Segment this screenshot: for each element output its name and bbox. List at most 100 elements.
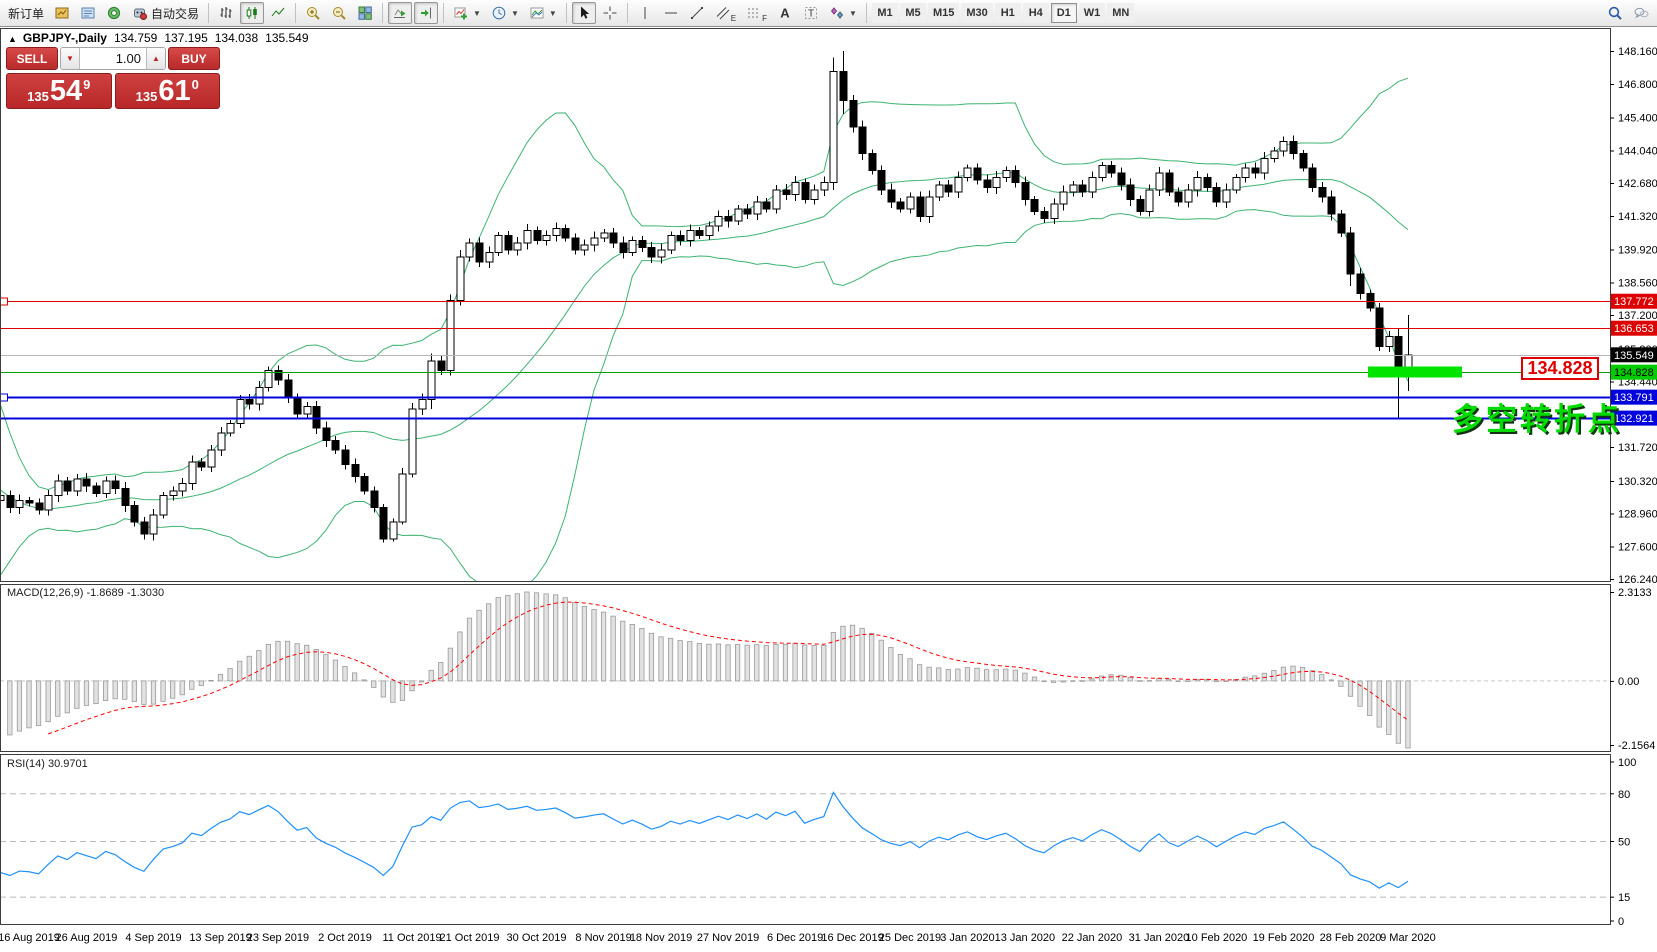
crosshair-icon bbox=[602, 5, 618, 21]
new-order-button[interactable]: 新订单 bbox=[4, 2, 48, 24]
data-window-button[interactable] bbox=[76, 2, 100, 24]
svg-text:0.00: 0.00 bbox=[1618, 676, 1639, 688]
svg-text:4 Sep 2019: 4 Sep 2019 bbox=[125, 932, 181, 944]
svg-text:23 Sep 2019: 23 Sep 2019 bbox=[247, 932, 309, 944]
timeframe-mn-button[interactable]: MN bbox=[1107, 3, 1134, 23]
sell-price-panel[interactable]: 135 54 9 bbox=[6, 73, 112, 109]
svg-text:126.240: 126.240 bbox=[1618, 574, 1657, 586]
volume-increase-button[interactable]: ▲ bbox=[146, 48, 165, 69]
buy-button[interactable]: BUY bbox=[168, 47, 220, 70]
zoom-out-button[interactable] bbox=[327, 2, 351, 24]
trendline-button[interactable] bbox=[685, 2, 709, 24]
timeframe-m5-button[interactable]: M5 bbox=[900, 3, 926, 23]
svg-text:0: 0 bbox=[1618, 916, 1624, 928]
ohlc-close: 135.549 bbox=[265, 31, 308, 45]
svg-text:137.200: 137.200 bbox=[1618, 310, 1657, 322]
periods-button[interactable]: ▼ bbox=[487, 2, 523, 24]
chart-canvas: 148.160146.800145.400144.040142.680141.3… bbox=[0, 0, 1657, 952]
collapse-panel-arrow[interactable]: ▲ bbox=[8, 34, 17, 44]
timeframe-m1-button[interactable]: M1 bbox=[872, 3, 898, 23]
timeframe-m30-button[interactable]: M30 bbox=[961, 3, 992, 23]
hline-handle-137.772[interactable] bbox=[1, 298, 8, 305]
svg-text:31 Jan 2020: 31 Jan 2020 bbox=[1129, 932, 1190, 944]
svg-text:145.400: 145.400 bbox=[1618, 112, 1657, 124]
market-watch-icon bbox=[54, 5, 70, 21]
tile-windows-button[interactable] bbox=[353, 2, 377, 24]
arrow-objects-button[interactable]: ▼ bbox=[825, 2, 861, 24]
svg-text:16 Aug 2019: 16 Aug 2019 bbox=[0, 932, 60, 944]
auto-scroll-button[interactable] bbox=[388, 2, 412, 24]
timeframe-h4-button[interactable]: H4 bbox=[1023, 3, 1049, 23]
timeframe-d1-button[interactable]: D1 bbox=[1051, 3, 1077, 23]
toolbar-separator bbox=[627, 3, 628, 23]
macd-indicator-label: MACD(12,26,9) -1.8689 -1.3030 bbox=[7, 587, 164, 599]
svg-text:16 Dec 2019: 16 Dec 2019 bbox=[821, 932, 883, 944]
toolbar-separator bbox=[443, 3, 444, 23]
svg-text:130.320: 130.320 bbox=[1618, 476, 1657, 488]
svg-text:9 Mar 2020: 9 Mar 2020 bbox=[1380, 932, 1436, 944]
svg-text:135.549: 135.549 bbox=[1614, 350, 1654, 362]
svg-text:-2.1564: -2.1564 bbox=[1618, 740, 1655, 752]
autotrading-icon bbox=[132, 5, 148, 21]
sell-price-point: 9 bbox=[83, 74, 90, 91]
timeframe-w1-button[interactable]: W1 bbox=[1079, 3, 1106, 23]
chevron-down-icon: ▼ bbox=[549, 9, 557, 18]
equidistant-channel-button[interactable]: E bbox=[711, 2, 740, 24]
svg-text:128.960: 128.960 bbox=[1618, 509, 1657, 521]
svg-text:137.772: 137.772 bbox=[1614, 296, 1654, 308]
fibonacci-icon bbox=[746, 5, 762, 21]
timeframe-h1-button[interactable]: H1 bbox=[995, 3, 1021, 23]
buy-price-figure: 135 bbox=[136, 90, 158, 108]
chart-shift-button[interactable] bbox=[414, 2, 438, 24]
text-label-button[interactable]: T bbox=[799, 2, 823, 24]
zoom-in-button[interactable] bbox=[301, 2, 325, 24]
svg-text:27 Nov 2019: 27 Nov 2019 bbox=[697, 932, 759, 944]
auto-scroll-icon bbox=[392, 5, 408, 21]
candlestick-chart-icon bbox=[244, 5, 260, 21]
indicators-list-button[interactable]: ▼ bbox=[449, 2, 485, 24]
svg-text:148.160: 148.160 bbox=[1618, 46, 1657, 58]
svg-text:25 Dec 2019: 25 Dec 2019 bbox=[879, 932, 941, 944]
vertical-line-button[interactable] bbox=[633, 2, 657, 24]
bar-chart-button[interactable] bbox=[214, 2, 238, 24]
sell-button[interactable]: SELL bbox=[6, 47, 58, 70]
svg-text:141.320: 141.320 bbox=[1618, 211, 1657, 223]
navigator-button[interactable] bbox=[102, 2, 126, 24]
fibonacci-sub-letter: F bbox=[762, 14, 767, 23]
bar-chart-icon bbox=[218, 5, 234, 21]
chat-button[interactable] bbox=[1629, 2, 1653, 24]
autotrading-button[interactable]: 自动交易 bbox=[128, 2, 203, 24]
svg-text:T: T bbox=[808, 9, 814, 20]
text-button[interactable]: A bbox=[773, 2, 797, 24]
hline-handle-133.791[interactable] bbox=[1, 394, 8, 401]
svg-text:3 Jan 2020: 3 Jan 2020 bbox=[940, 932, 994, 944]
svg-text:50: 50 bbox=[1618, 837, 1630, 849]
buy-price-panel[interactable]: 135 61 0 bbox=[115, 73, 221, 109]
line-chart-button[interactable] bbox=[266, 2, 290, 24]
indicators-list-icon bbox=[453, 5, 469, 21]
ohlc-low: 134.038 bbox=[215, 31, 258, 45]
horizontal-line-button[interactable] bbox=[659, 2, 683, 24]
volume-decrease-button[interactable]: ▼ bbox=[61, 48, 80, 69]
date-axis[interactable]: 16 Aug 201926 Aug 20194 Sep 201913 Sep 2… bbox=[0, 932, 1436, 944]
price-callout-box[interactable]: 134.828 bbox=[1521, 357, 1599, 380]
svg-text:A: A bbox=[780, 6, 790, 21]
chart-title-bar: ▲ GBPJPY-,Daily 134.759 137.195 134.038 … bbox=[8, 31, 309, 45]
fibonacci-button[interactable]: F bbox=[742, 2, 771, 24]
search-button[interactable] bbox=[1603, 2, 1627, 24]
timeframe-m15-button[interactable]: M15 bbox=[928, 3, 959, 23]
highlight-level-bar[interactable] bbox=[1368, 367, 1462, 378]
svg-text:80: 80 bbox=[1618, 789, 1630, 801]
candlestick-chart-button[interactable] bbox=[240, 2, 264, 24]
templates-button[interactable]: ▼ bbox=[525, 2, 561, 24]
volume-input[interactable] bbox=[80, 48, 146, 69]
turning-point-annotation[interactable]: 多空转折点 bbox=[1452, 394, 1622, 439]
chevron-down-icon: ▼ bbox=[473, 9, 481, 18]
crosshair-button[interactable] bbox=[598, 2, 622, 24]
chevron-down-icon: ▼ bbox=[511, 9, 519, 18]
buy-price-pips: 61 bbox=[158, 77, 190, 106]
cursor-button[interactable] bbox=[572, 2, 596, 24]
market-watch-button[interactable] bbox=[50, 2, 74, 24]
cursor-icon bbox=[576, 5, 592, 21]
equidistant-channel-icon bbox=[715, 5, 731, 21]
